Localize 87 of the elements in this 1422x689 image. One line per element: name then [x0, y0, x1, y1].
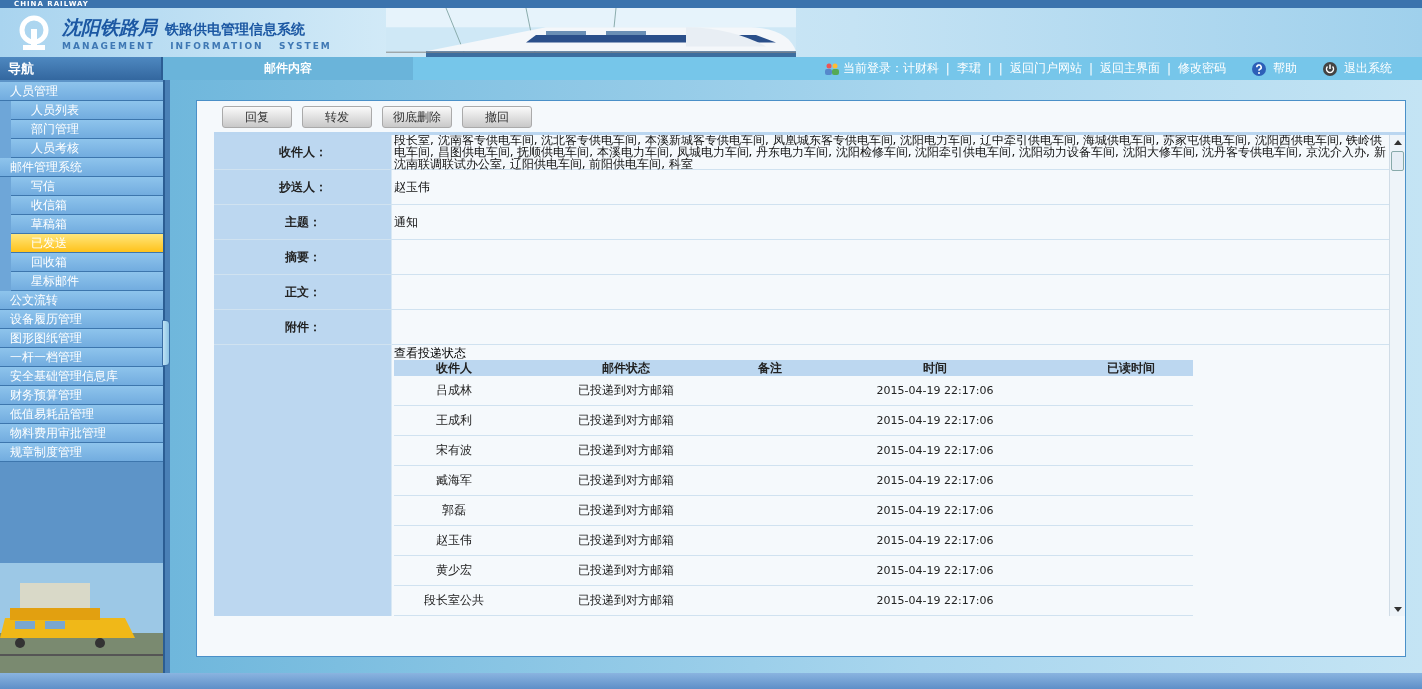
power-icon[interactable]	[1323, 61, 1337, 76]
sidebar-subitem[interactable]: 收信箱	[11, 196, 163, 215]
scroll-thumb[interactable]	[1391, 151, 1404, 171]
sidebar-item[interactable]: 图形图纸管理	[0, 329, 163, 348]
column-header: 邮件状态	[602, 361, 650, 375]
sidebar-subitem[interactable]: 写信	[11, 177, 163, 196]
table-cell: 2015-04-19 22:17:06	[876, 564, 994, 577]
toolbar-button[interactable]: 回复	[222, 106, 292, 128]
sidebar-subitem[interactable]: 人员列表	[11, 101, 163, 120]
sidebar-subitem[interactable]: 部门管理	[11, 120, 163, 139]
table-cell: 已投递到对方邮箱	[578, 382, 674, 399]
table-cell: 王成利	[436, 412, 472, 429]
sidebar-item[interactable]: 公文流转	[0, 291, 163, 310]
sidebar-item[interactable]: 物料费用审批管理	[0, 424, 163, 443]
table-cell: 臧海军	[436, 472, 472, 489]
table-cell: 郭磊	[442, 502, 466, 519]
sidebar-subitem[interactable]: 草稿箱	[11, 215, 163, 234]
toolbar-button[interactable]: 彻底删除	[382, 106, 452, 128]
field-label: 附件：	[284, 318, 321, 336]
system-subtitle: MANAGEMENT INFORMATION SYSTEM	[62, 40, 332, 51]
submenu-indent-bar	[0, 101, 11, 158]
collapse-handle[interactable]	[162, 320, 170, 366]
table-cell: 段长室公共	[424, 592, 484, 609]
table-cell: 已投递到对方邮箱	[578, 562, 674, 579]
field-label: 摘要：	[284, 248, 321, 266]
separator: |	[998, 61, 1003, 76]
toolbar-button[interactable]: 转发	[302, 106, 372, 128]
sidebar-subitem[interactable]: 人员考核	[11, 139, 163, 158]
field-label: 正文：	[284, 283, 321, 301]
column-header: 备注	[758, 361, 782, 375]
toolbar-button[interactable]: 撤回	[462, 106, 532, 128]
sidebar-item[interactable]: 财务预算管理	[0, 386, 163, 405]
sidebar-subitem[interactable]: 回收箱	[11, 253, 163, 272]
sidebar-subitem[interactable]: 星标邮件	[11, 272, 163, 291]
table-cell: 已投递到对方邮箱	[578, 502, 674, 519]
scrollbar[interactable]	[1389, 135, 1405, 616]
help-link[interactable]: 帮助	[1273, 60, 1297, 77]
column-header: 收件人	[436, 361, 472, 375]
table-cell: 2015-04-19 22:17:06	[876, 474, 994, 487]
sidebar-subitem[interactable]: 已发送	[11, 234, 163, 253]
separator: |	[1166, 61, 1171, 76]
sidebar-item[interactable]: 设备履历管理	[0, 310, 163, 329]
table-cell: 已投递到对方邮箱	[578, 592, 674, 609]
table-cell: 宋有波	[436, 442, 472, 459]
users-icon	[824, 62, 839, 75]
scroll-up-icon[interactable]	[1393, 140, 1402, 145]
column-header: 已读时间	[1106, 361, 1155, 375]
table-cell: 2015-04-19 22:17:06	[876, 414, 994, 427]
table-cell: 2015-04-19 22:17:06	[876, 384, 994, 397]
table-cell: 2015-04-19 22:17:06	[876, 504, 994, 517]
field-label: 主题：	[284, 213, 321, 231]
sidebar-item[interactable]: 人员管理	[0, 82, 163, 101]
separator: |	[1088, 61, 1093, 76]
field-label: 收件人：	[278, 143, 327, 161]
system-name: 铁路供电管理信息系统	[165, 20, 305, 39]
scroll-down-icon[interactable]	[1393, 607, 1402, 612]
separator: |	[987, 61, 992, 76]
field-label: 抄送人：	[278, 178, 327, 196]
table-cell: 黄少宏	[436, 562, 472, 579]
table-cell: 已投递到对方邮箱	[578, 412, 674, 429]
table-cell: 已投递到对方邮箱	[578, 442, 674, 459]
login-label: 当前登录：计财科	[842, 60, 939, 77]
table-cell: 赵玉伟	[436, 532, 472, 549]
sidebar-item[interactable]: 低值易耗品管理	[0, 405, 163, 424]
sidebar-item[interactable]: 安全基础管理信息库	[0, 367, 163, 386]
table-cell: 2015-04-19 22:17:06	[876, 594, 994, 607]
header-link[interactable]: 李珺	[956, 60, 981, 77]
table-cell: 2015-04-19 22:17:06	[876, 444, 994, 457]
nav-title: 导航	[0, 57, 163, 80]
logout-link[interactable]: 退出系统	[1344, 60, 1392, 77]
sidebar-item[interactable]: 邮件管理系统	[0, 158, 163, 177]
section-title: 查看投递状态	[394, 347, 466, 360]
field-value: 赵玉伟	[394, 181, 430, 193]
help-icon[interactable]	[1252, 61, 1266, 76]
table-cell: 2015-04-19 22:17:06	[876, 534, 994, 547]
header-link[interactable]: 返回门户网站	[1009, 60, 1082, 77]
sidebar-item[interactable]: 一杆一档管理	[0, 348, 163, 367]
separator: |	[945, 61, 950, 76]
table-cell: 吕成林	[436, 382, 472, 399]
org-name: 沈阳铁路局	[62, 14, 157, 40]
column-header: 时间	[923, 361, 947, 375]
table-cell: 已投递到对方邮箱	[578, 532, 674, 549]
header-link[interactable]: 修改密码	[1178, 60, 1226, 77]
header-link[interactable]: 返回主界面	[1099, 60, 1160, 77]
field-value: 通知	[394, 216, 418, 228]
table-cell: 已投递到对方邮箱	[578, 472, 674, 489]
sidebar-item[interactable]: 规章制度管理	[0, 443, 163, 462]
